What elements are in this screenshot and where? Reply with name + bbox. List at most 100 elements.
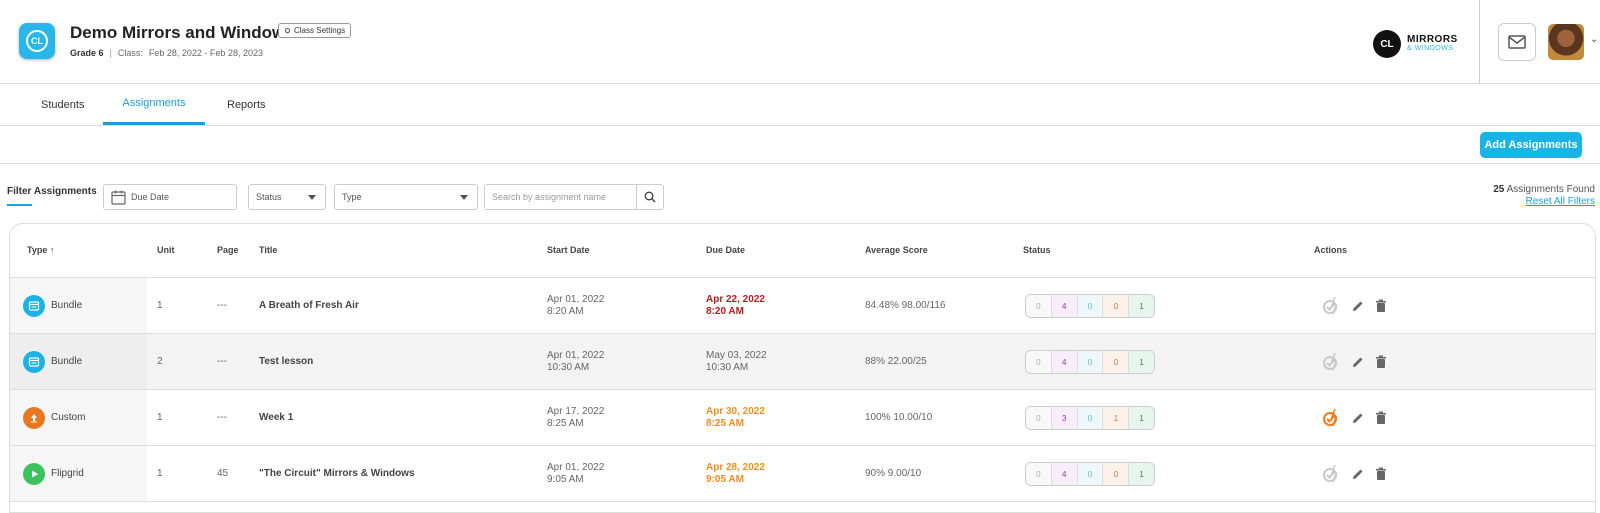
average-score-cell: 90% 9.00/10 — [865, 468, 922, 479]
title-cell[interactable]: A Breath of Fresh Air — [259, 300, 359, 311]
edit-icon[interactable] — [1351, 299, 1365, 313]
messages-button[interactable] — [1498, 23, 1536, 61]
row-actions — [1321, 296, 1387, 316]
due-date-filter[interactable]: Due Date — [103, 184, 237, 210]
type-caret-icon — [460, 195, 468, 200]
search-button[interactable] — [636, 185, 663, 209]
status-count[interactable]: 0 — [1077, 295, 1104, 317]
meta-separator: | — [109, 48, 112, 58]
status-count[interactable]: 0 — [1026, 463, 1052, 485]
table-row: Custom 1 --- Week 1 Apr 17, 2022 8:25 AM… — [10, 390, 1595, 446]
table-row: Bundle 2 --- Test lesson Apr 01, 2022 10… — [10, 334, 1595, 390]
type-label: Flipgrid — [51, 468, 84, 479]
class-date-range: Feb 28, 2022 - Feb 28, 2023 — [148, 48, 263, 58]
status-count[interactable]: 0 — [1026, 351, 1052, 373]
start-date-cell: Apr 01, 2022 10:30 AM — [547, 350, 604, 374]
title-cell[interactable]: Week 1 — [259, 412, 293, 423]
app-logo-mark: CL — [26, 30, 48, 52]
status-counts: 0 4 0 0 1 — [1025, 294, 1155, 318]
reset-filters-link[interactable]: Reset All Filters — [1493, 196, 1595, 207]
start-date-column-header: Start Date — [547, 245, 590, 255]
grade-check-icon[interactable] — [1321, 296, 1341, 316]
title-cell[interactable]: "The Circuit" Mirrors & Windows — [259, 468, 415, 479]
found-count: 25 — [1493, 184, 1505, 195]
status-count[interactable]: 1 — [1129, 351, 1154, 373]
bundle-icon — [23, 295, 45, 317]
row-actions — [1321, 464, 1387, 484]
start-time: 8:20 AM — [547, 306, 584, 317]
calendar-icon — [111, 190, 126, 205]
due-date-placeholder: Due Date — [131, 192, 170, 202]
status-count[interactable]: 0 — [1077, 407, 1104, 429]
trash-icon[interactable] — [1375, 411, 1387, 425]
tab-assignments[interactable]: Assignments — [103, 84, 205, 125]
status-count[interactable]: 3 — [1051, 407, 1078, 429]
status-count[interactable]: 1 — [1103, 407, 1130, 429]
grade-check-icon[interactable] — [1321, 464, 1341, 484]
row-actions — [1321, 352, 1387, 372]
status-counts: 0 4 0 0 1 — [1025, 350, 1155, 374]
page-cell: --- — [217, 300, 227, 311]
flipgrid-icon — [23, 463, 45, 485]
type-cell: Bundle — [10, 278, 147, 333]
start-date-cell: Apr 01, 2022 9:05 AM — [547, 462, 604, 486]
brand-line2: & WINDOWS — [1407, 45, 1454, 52]
status-count[interactable]: 4 — [1051, 295, 1078, 317]
tab-reports[interactable]: Reports — [227, 84, 266, 125]
chevron-down-icon[interactable]: ⌄ — [1590, 34, 1598, 45]
status-count[interactable]: 1 — [1129, 295, 1154, 317]
assignments-table: Type ↑ Unit Page Title Start Date Due Da… — [9, 223, 1596, 513]
status-column-header: Status — [1023, 245, 1051, 255]
average-score-cell: 84.48% 98.00/116 — [865, 300, 946, 311]
user-avatar[interactable] — [1548, 24, 1584, 60]
assignment-search: Search by assignment name — [484, 184, 664, 210]
status-count[interactable]: 1 — [1129, 463, 1154, 485]
start-date: Apr 01, 2022 — [547, 350, 605, 361]
status-count[interactable]: 0 — [1103, 463, 1130, 485]
class-tabs: Students Assignments Reports — [0, 84, 1600, 126]
found-text: Assignments Found — [1506, 184, 1595, 195]
status-count[interactable]: 0 — [1103, 295, 1130, 317]
due-date: Apr 30, 2022 — [706, 406, 765, 417]
status-count[interactable]: 4 — [1051, 463, 1078, 485]
trash-icon[interactable] — [1375, 467, 1387, 481]
class-settings-button[interactable]: Class Settings — [278, 23, 352, 38]
due-date-cell: Apr 22, 2022 8:20 AM — [706, 294, 765, 318]
edit-icon[interactable] — [1351, 355, 1365, 369]
tab-students[interactable]: Students — [41, 84, 84, 125]
edit-icon[interactable] — [1351, 411, 1365, 425]
status-count[interactable]: 0 — [1077, 463, 1104, 485]
app-logo[interactable]: CL — [19, 23, 55, 59]
start-date-cell: Apr 01, 2022 8:20 AM — [547, 294, 604, 318]
class-header: CL Demo Mirrors and Windows Class Settin… — [0, 0, 1600, 84]
class-title: Demo Mirrors and Windows — [70, 23, 295, 42]
status-filter[interactable]: Status — [248, 184, 326, 210]
average-score-column-header: Average Score — [865, 245, 928, 255]
mirrors-windows-logo: CL MIRRORS & WINDOWS — [1373, 30, 1458, 58]
start-time: 9:05 AM — [547, 474, 584, 485]
status-counts: 0 3 0 1 1 — [1025, 406, 1155, 430]
type-column-header[interactable]: Type ↑ — [27, 245, 54, 255]
status-count[interactable]: 0 — [1026, 295, 1052, 317]
grade-check-icon[interactable] — [1321, 408, 1341, 428]
type-label: Custom — [51, 412, 86, 423]
status-count[interactable]: 0 — [1077, 351, 1104, 373]
status-count[interactable]: 4 — [1051, 351, 1078, 373]
trash-icon[interactable] — [1375, 299, 1387, 313]
status-count[interactable]: 1 — [1129, 407, 1154, 429]
trash-icon[interactable] — [1375, 355, 1387, 369]
brand-mark: CL — [1373, 30, 1401, 58]
grade-check-icon[interactable] — [1321, 352, 1341, 372]
start-date: Apr 01, 2022 — [547, 294, 605, 305]
title-cell[interactable]: Test lesson — [259, 356, 313, 367]
due-date: Apr 28, 2022 — [706, 462, 765, 473]
status-count[interactable]: 0 — [1026, 407, 1052, 429]
status-count[interactable]: 0 — [1103, 351, 1130, 373]
page-cell: 45 — [217, 468, 229, 479]
add-assignments-button[interactable]: Add Assignments — [1480, 132, 1582, 158]
edit-icon[interactable] — [1351, 467, 1365, 481]
type-filter[interactable]: Type — [334, 184, 478, 210]
due-time: 9:05 AM — [706, 474, 744, 485]
page-cell: --- — [217, 412, 227, 423]
search-input[interactable]: Search by assignment name — [492, 192, 606, 202]
